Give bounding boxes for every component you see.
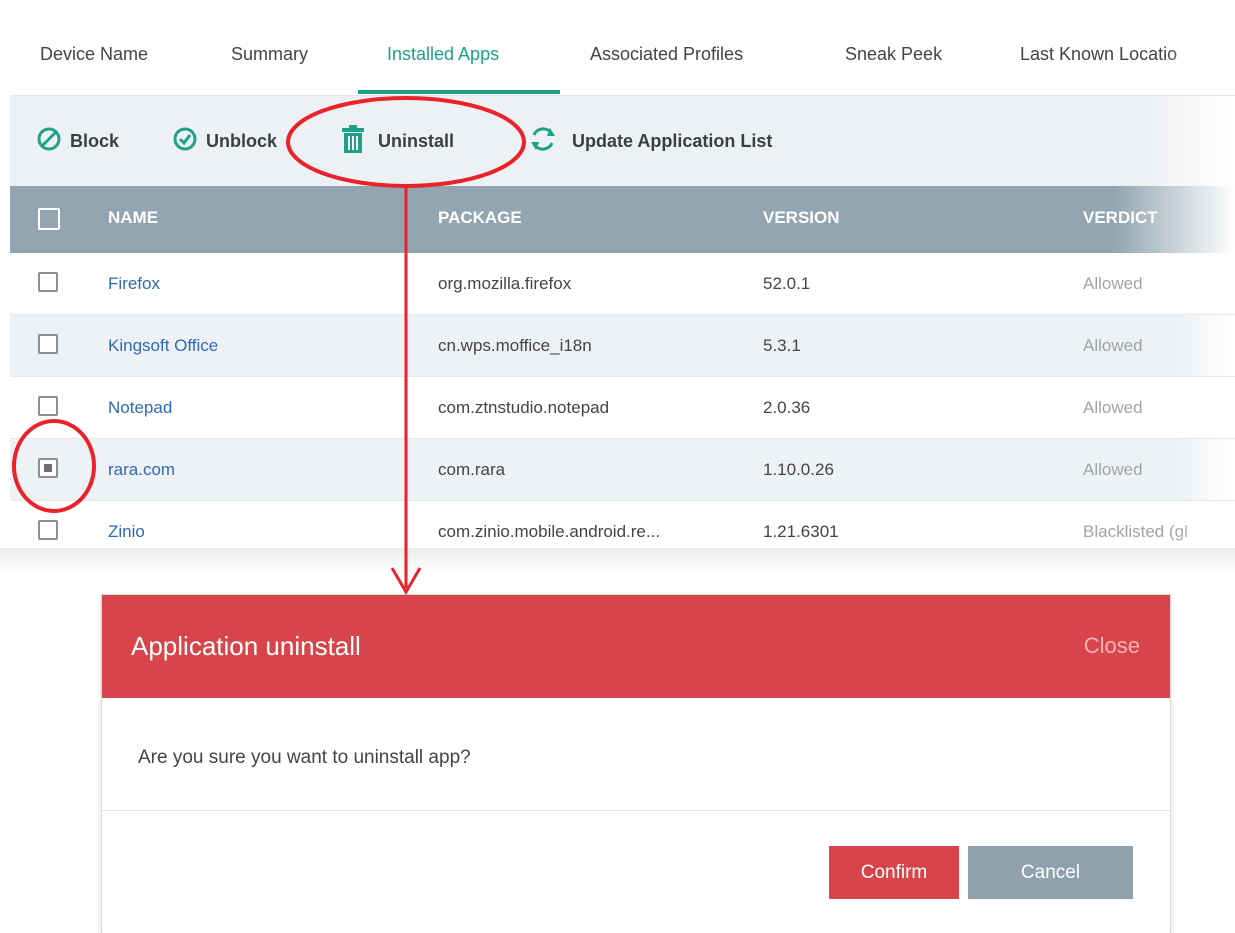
tab-bar: Device Name Summary Installed Apps Assoc… (10, 0, 1235, 96)
tab-installed-apps[interactable]: Installed Apps (387, 44, 499, 65)
row-checkbox[interactable] (38, 396, 58, 416)
verdict-cell: Allowed (1083, 274, 1143, 293)
app-name-link[interactable]: rara.com (108, 460, 175, 480)
edge-fade (1115, 186, 1235, 253)
package-cell: cn.wps.moffice_i18n (438, 336, 592, 355)
edge-fade (1145, 96, 1235, 186)
block-button[interactable]: Block (36, 126, 119, 156)
package-cell: org.mozilla.firefox (438, 274, 572, 293)
app-name-link[interactable]: Kingsoft Office (108, 336, 218, 356)
column-header-name[interactable]: NAME (108, 208, 158, 228)
uninstall-button[interactable]: Uninstall (340, 124, 455, 159)
uninstall-dialog: Application uninstall Close Are you sure… (101, 594, 1171, 933)
verdict-cell: Blacklisted (gl (1083, 522, 1188, 541)
cancel-button[interactable]: Cancel (968, 846, 1133, 899)
trash-icon (340, 124, 366, 159)
installed-apps-table: NAME PACKAGE VERSION VERDICT Firefox org… (10, 186, 1235, 553)
tab-device-name[interactable]: Device Name (40, 44, 148, 65)
tab-last-known-location[interactable]: Last Known Locatio (1020, 44, 1177, 65)
table-row: Firefox org.mozilla.firefox 52.0.1 Allow… (10, 253, 1235, 315)
verdict-cell: Allowed (1083, 460, 1143, 479)
edge-fade (1165, 30, 1235, 85)
table-row: rara.com com.rara 1.10.0.26 Allowed (10, 439, 1235, 501)
block-label: Block (70, 130, 120, 151)
dialog-message: Are you sure you want to uninstall app? (138, 747, 471, 768)
unblock-button[interactable]: Unblock (172, 126, 277, 156)
app-name-link[interactable]: Zinio (108, 522, 145, 542)
edge-fade (1175, 253, 1235, 314)
tab-sneak-peek[interactable]: Sneak Peek (845, 44, 942, 65)
app-name-link[interactable]: Firefox (108, 274, 160, 294)
edge-fade (1175, 439, 1235, 500)
torn-edge (0, 548, 1235, 578)
version-cell: 1.21.6301 (763, 522, 839, 541)
row-checkbox[interactable] (38, 272, 58, 292)
row-checkbox[interactable] (38, 334, 58, 354)
package-cell: com.rara (438, 460, 506, 479)
select-all-checkbox[interactable] (38, 208, 60, 230)
dialog-title: Application uninstall (131, 631, 361, 661)
refresh-icon (528, 124, 558, 159)
table-row: Zinio com.zinio.mobile.android.re... 1.2… (10, 501, 1235, 553)
version-cell: 2.0.36 (763, 398, 811, 417)
row-checkbox[interactable] (38, 520, 58, 540)
table-header: NAME PACKAGE VERSION VERDICT (10, 186, 1235, 253)
column-header-package[interactable]: PACKAGE (438, 208, 522, 228)
column-header-version[interactable]: VERSION (763, 208, 840, 228)
version-cell: 1.10.0.26 (763, 460, 834, 479)
table-row: Notepad com.ztnstudio.notepad 2.0.36 All… (10, 377, 1235, 439)
package-cell: com.ztnstudio.notepad (438, 398, 610, 417)
update-application-list-label: Update Application List (572, 130, 773, 151)
confirm-button[interactable]: Confirm (829, 846, 959, 899)
tab-summary[interactable]: Summary (231, 44, 308, 65)
row-checkbox[interactable] (38, 458, 58, 478)
edge-fade (1175, 315, 1235, 376)
block-icon (36, 126, 62, 157)
dialog-header: Application uninstall Close (102, 595, 1170, 698)
edge-fade (1175, 377, 1235, 438)
close-button[interactable]: Close (1084, 633, 1140, 659)
verdict-cell: Allowed (1083, 336, 1143, 355)
toolbar: Block Unblock Uninstall Update Applicati… (10, 96, 1235, 186)
table-row: Kingsoft Office cn.wps.moffice_i18n 5.3.… (10, 315, 1235, 377)
tab-associated-profiles[interactable]: Associated Profiles (590, 44, 743, 65)
package-cell: com.zinio.mobile.android.re... (438, 522, 661, 541)
version-cell: 5.3.1 (763, 336, 801, 355)
dialog-divider (102, 810, 1170, 811)
unblock-label: Unblock (206, 130, 278, 151)
active-tab-indicator (358, 90, 560, 94)
check-circle-icon (172, 126, 198, 157)
verdict-cell: Allowed (1083, 398, 1143, 417)
version-cell: 52.0.1 (763, 274, 811, 293)
edge-fade (1175, 501, 1235, 553)
app-name-link[interactable]: Notepad (108, 398, 172, 418)
uninstall-label: Uninstall (378, 130, 455, 151)
update-application-list-button[interactable]: Update Application List (528, 126, 772, 156)
